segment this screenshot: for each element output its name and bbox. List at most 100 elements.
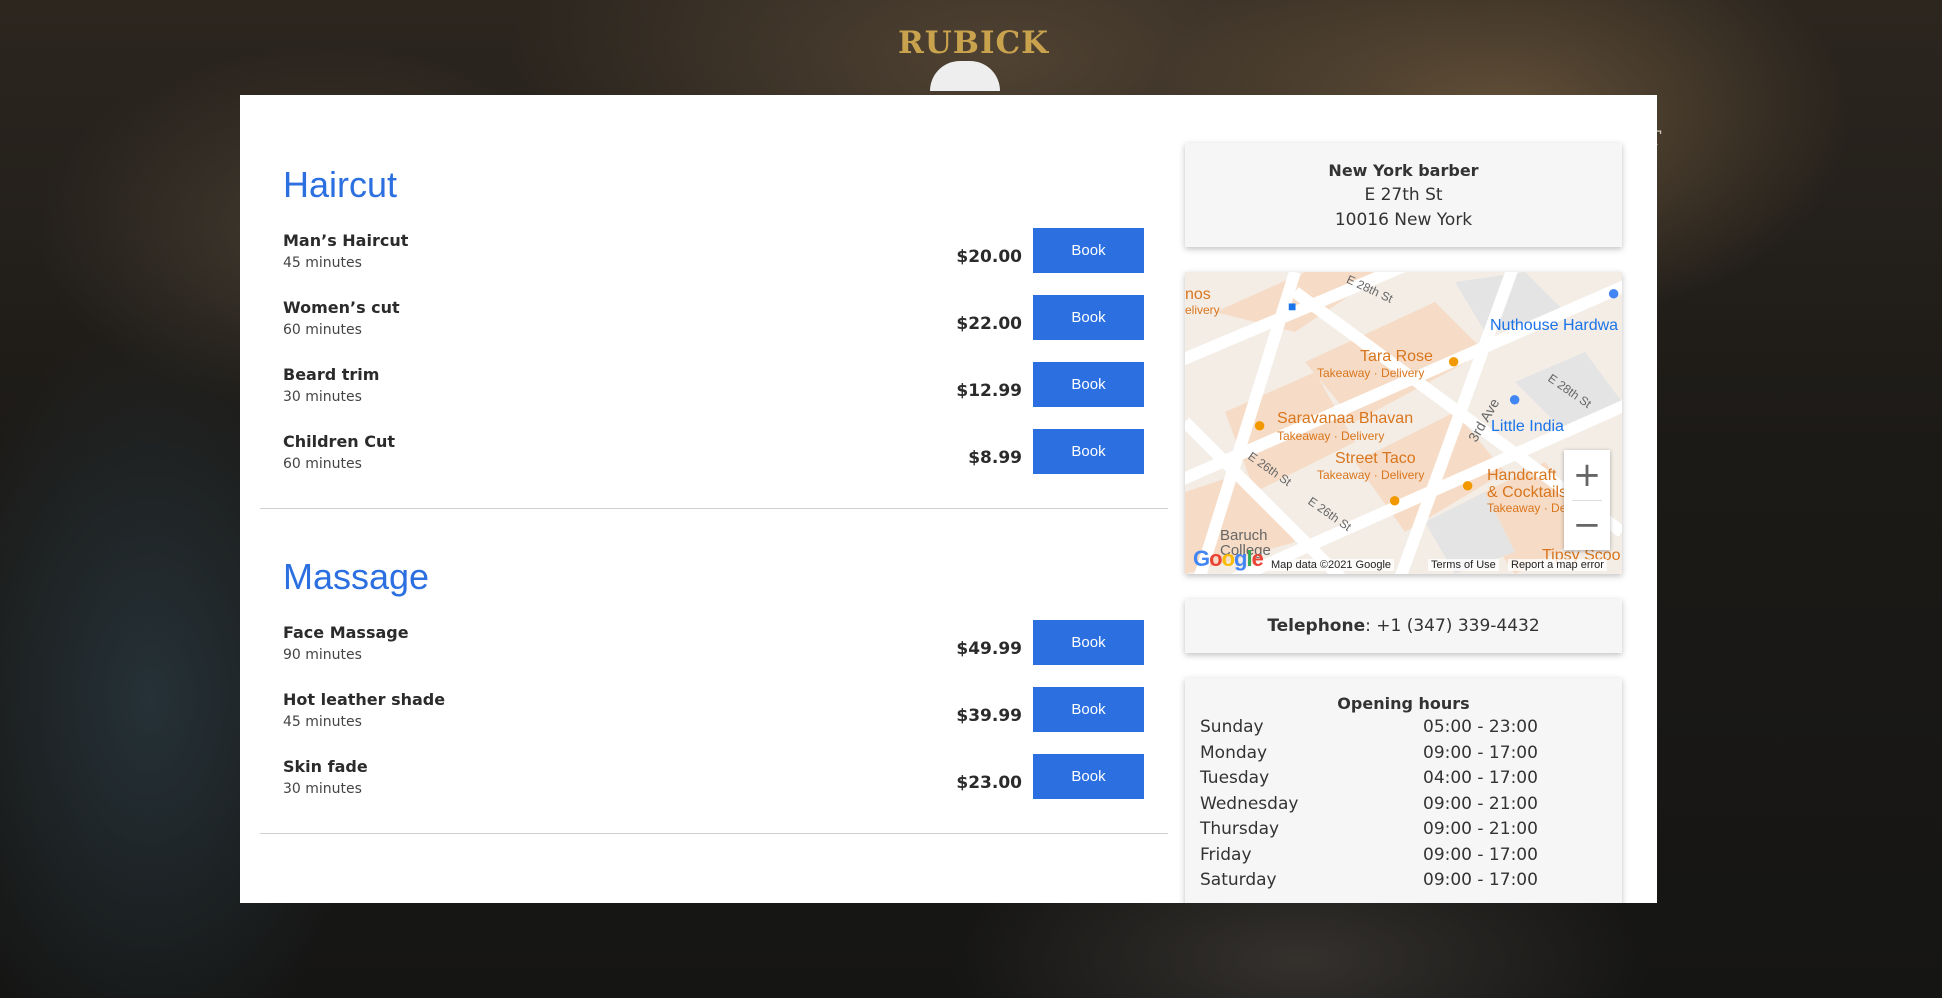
- book-button[interactable]: Book: [1033, 429, 1144, 474]
- hours-row: Sunday 05:00 - 23:00: [1185, 717, 1622, 743]
- service-name: Skin fade: [283, 757, 368, 776]
- opening-hours-title: Opening hours: [1337, 694, 1470, 713]
- hours-row: Wednesday 09:00 - 21:00: [1185, 794, 1622, 820]
- info-sidebar: New York barber E 27th St 10016 New York: [1185, 143, 1622, 903]
- service-duration: 60 minutes: [283, 456, 362, 472]
- address-card: New York barber E 27th St 10016 New York: [1185, 143, 1622, 247]
- phone-card: Telephone: +1 (347) 339-4432: [1185, 599, 1622, 653]
- map-report-link[interactable]: Report a map error: [1508, 559, 1607, 571]
- service-price: $39.99: [956, 706, 1022, 726]
- book-button[interactable]: Book: [1033, 228, 1144, 273]
- hours-day: Friday: [1200, 844, 1252, 865]
- hours-day: Sunday: [1200, 717, 1264, 737]
- bus-stop-icon[interactable]: ■: [1288, 298, 1296, 314]
- map-poi-sublabel: Takeaway · Delivery: [1317, 468, 1425, 482]
- service-price: $12.99: [956, 381, 1022, 401]
- location-map[interactable]: nos elivery E 28th St Nuthouse Hardwa Ta…: [1185, 272, 1622, 574]
- location-city: 10016 New York: [1334, 210, 1473, 230]
- restaurant-pin-icon[interactable]: ●: [1447, 348, 1460, 374]
- map-footer: Google Map data ©2021 Google Terms of Us…: [1185, 546, 1622, 574]
- opening-hours-card: Opening hours Sunday 05:00 - 23:00 Monda…: [1185, 678, 1622, 903]
- map-poi-label: & Cocktails: [1487, 484, 1568, 501]
- hours-time: 04:00 - 17:00: [1423, 768, 1538, 788]
- service-duration: 45 minutes: [283, 255, 362, 271]
- service-duration: 90 minutes: [283, 647, 362, 663]
- service-name: Face Massage: [283, 623, 409, 642]
- service-duration: 45 minutes: [283, 714, 362, 730]
- service-row: Man’s Haircut 45 minutes $20.00 Book: [260, 228, 1168, 298]
- map-poi-label: Handcraft: [1487, 467, 1557, 484]
- map-attribution: Map data ©2021 Google: [1268, 559, 1395, 571]
- shop-pin-icon[interactable]: ●: [1508, 386, 1521, 412]
- location-name: New York barber: [1328, 161, 1479, 180]
- hours-day: Saturday: [1200, 870, 1277, 890]
- service-row: Face Massage 90 minutes $49.99 Book: [260, 620, 1168, 690]
- map-label-edge-sub: elivery: [1185, 303, 1220, 317]
- hours-day: Thursday: [1200, 819, 1280, 839]
- map-poi-label: Street Taco: [1335, 450, 1416, 467]
- restaurant-pin-icon[interactable]: ●: [1388, 487, 1401, 513]
- brand-name: RUBICK: [898, 25, 1050, 61]
- zoom-in-button[interactable]: +: [1564, 450, 1610, 500]
- section-divider: [260, 833, 1168, 834]
- hours-time: 09:00 - 17:00: [1423, 844, 1538, 865]
- service-name: Hot leather shade: [283, 690, 446, 709]
- hours-row: Saturday 09:00 - 17:00: [1185, 870, 1622, 896]
- service-price: $23.00: [956, 773, 1022, 793]
- book-button[interactable]: Book: [1033, 754, 1144, 799]
- hours-row: Monday 09:00 - 17:00: [1185, 743, 1622, 769]
- hours-day: Monday: [1200, 742, 1268, 763]
- service-name: Children Cut: [283, 432, 396, 451]
- service-price: $8.99: [968, 448, 1022, 468]
- map-poi-label: Saravanaa Bhavan: [1277, 410, 1414, 427]
- map-poi-sublabel: Takeaway · Delivery: [1317, 366, 1425, 380]
- map-zoom-control: + −: [1564, 450, 1610, 550]
- service-name: Women’s cut: [283, 298, 400, 317]
- location-street: E 27th St: [1364, 185, 1443, 205]
- shop-pin-icon[interactable]: ●: [1607, 280, 1620, 306]
- service-duration: 60 minutes: [283, 322, 362, 338]
- service-row: Children Cut 60 minutes $8.99 Book: [260, 429, 1168, 499]
- service-price: $49.99: [956, 639, 1022, 659]
- hours-day: Tuesday: [1200, 768, 1270, 788]
- barber-mascot-icon: [930, 61, 1000, 91]
- map-label-edge: nos: [1185, 286, 1211, 303]
- hours-row: Tuesday 04:00 - 17:00: [1185, 768, 1622, 794]
- section-haircut: Haircut Man’s Haircut 45 minutes $20.00 …: [260, 95, 1168, 509]
- hours-row: Thursday 09:00 - 21:00: [1185, 819, 1622, 845]
- map-poi-sublabel: Takeaway · De: [1487, 501, 1567, 515]
- hours-time: 05:00 - 23:00: [1423, 717, 1538, 737]
- section-massage: Massage Face Massage 90 minutes $49.99 B…: [260, 509, 1168, 834]
- phone-number[interactable]: : +1 (347) 339-4432: [1365, 616, 1540, 636]
- service-name: Man’s Haircut: [283, 231, 409, 250]
- service-row: Women’s cut 60 minutes $22.00 Book: [260, 295, 1168, 365]
- map-poi-label: Nuthouse Hardwa: [1490, 317, 1619, 334]
- google-logo[interactable]: Google: [1193, 546, 1264, 572]
- hours-time: 09:00 - 17:00: [1423, 870, 1538, 890]
- hours-time: 09:00 - 21:00: [1423, 819, 1538, 839]
- service-price: $20.00: [956, 247, 1022, 267]
- book-button[interactable]: Book: [1033, 362, 1144, 407]
- book-button[interactable]: Book: [1033, 620, 1144, 665]
- hours-day: Wednesday: [1200, 793, 1299, 814]
- service-price: $22.00: [956, 314, 1022, 334]
- book-button[interactable]: Book: [1033, 687, 1144, 732]
- hours-time: 09:00 - 21:00: [1423, 793, 1538, 814]
- zoom-out-button[interactable]: −: [1564, 500, 1610, 550]
- book-button[interactable]: Book: [1033, 295, 1144, 340]
- map-poi-label: Tara Rose: [1360, 348, 1433, 365]
- restaurant-pin-icon[interactable]: ●: [1253, 412, 1266, 438]
- brand-logo[interactable]: RUBICK: [898, 25, 1050, 98]
- service-row: Hot leather shade 45 minutes $39.99 Book: [260, 687, 1168, 757]
- service-name: Beard trim: [283, 365, 380, 384]
- restaurant-pin-icon[interactable]: ●: [1461, 472, 1474, 498]
- services-list: Haircut Man’s Haircut 45 minutes $20.00 …: [260, 95, 1168, 834]
- phone-label: Telephone: [1267, 616, 1366, 636]
- map-poi-sublabel: Takeaway · Delivery: [1277, 429, 1385, 443]
- section-title: Haircut: [283, 164, 398, 205]
- booking-panel: Haircut Man’s Haircut 45 minutes $20.00 …: [240, 95, 1657, 903]
- hours-row: Friday 09:00 - 17:00: [1185, 845, 1622, 871]
- section-title: Massage: [283, 556, 430, 597]
- map-terms-link[interactable]: Terms of Use: [1428, 559, 1499, 571]
- service-duration: 30 minutes: [283, 781, 362, 797]
